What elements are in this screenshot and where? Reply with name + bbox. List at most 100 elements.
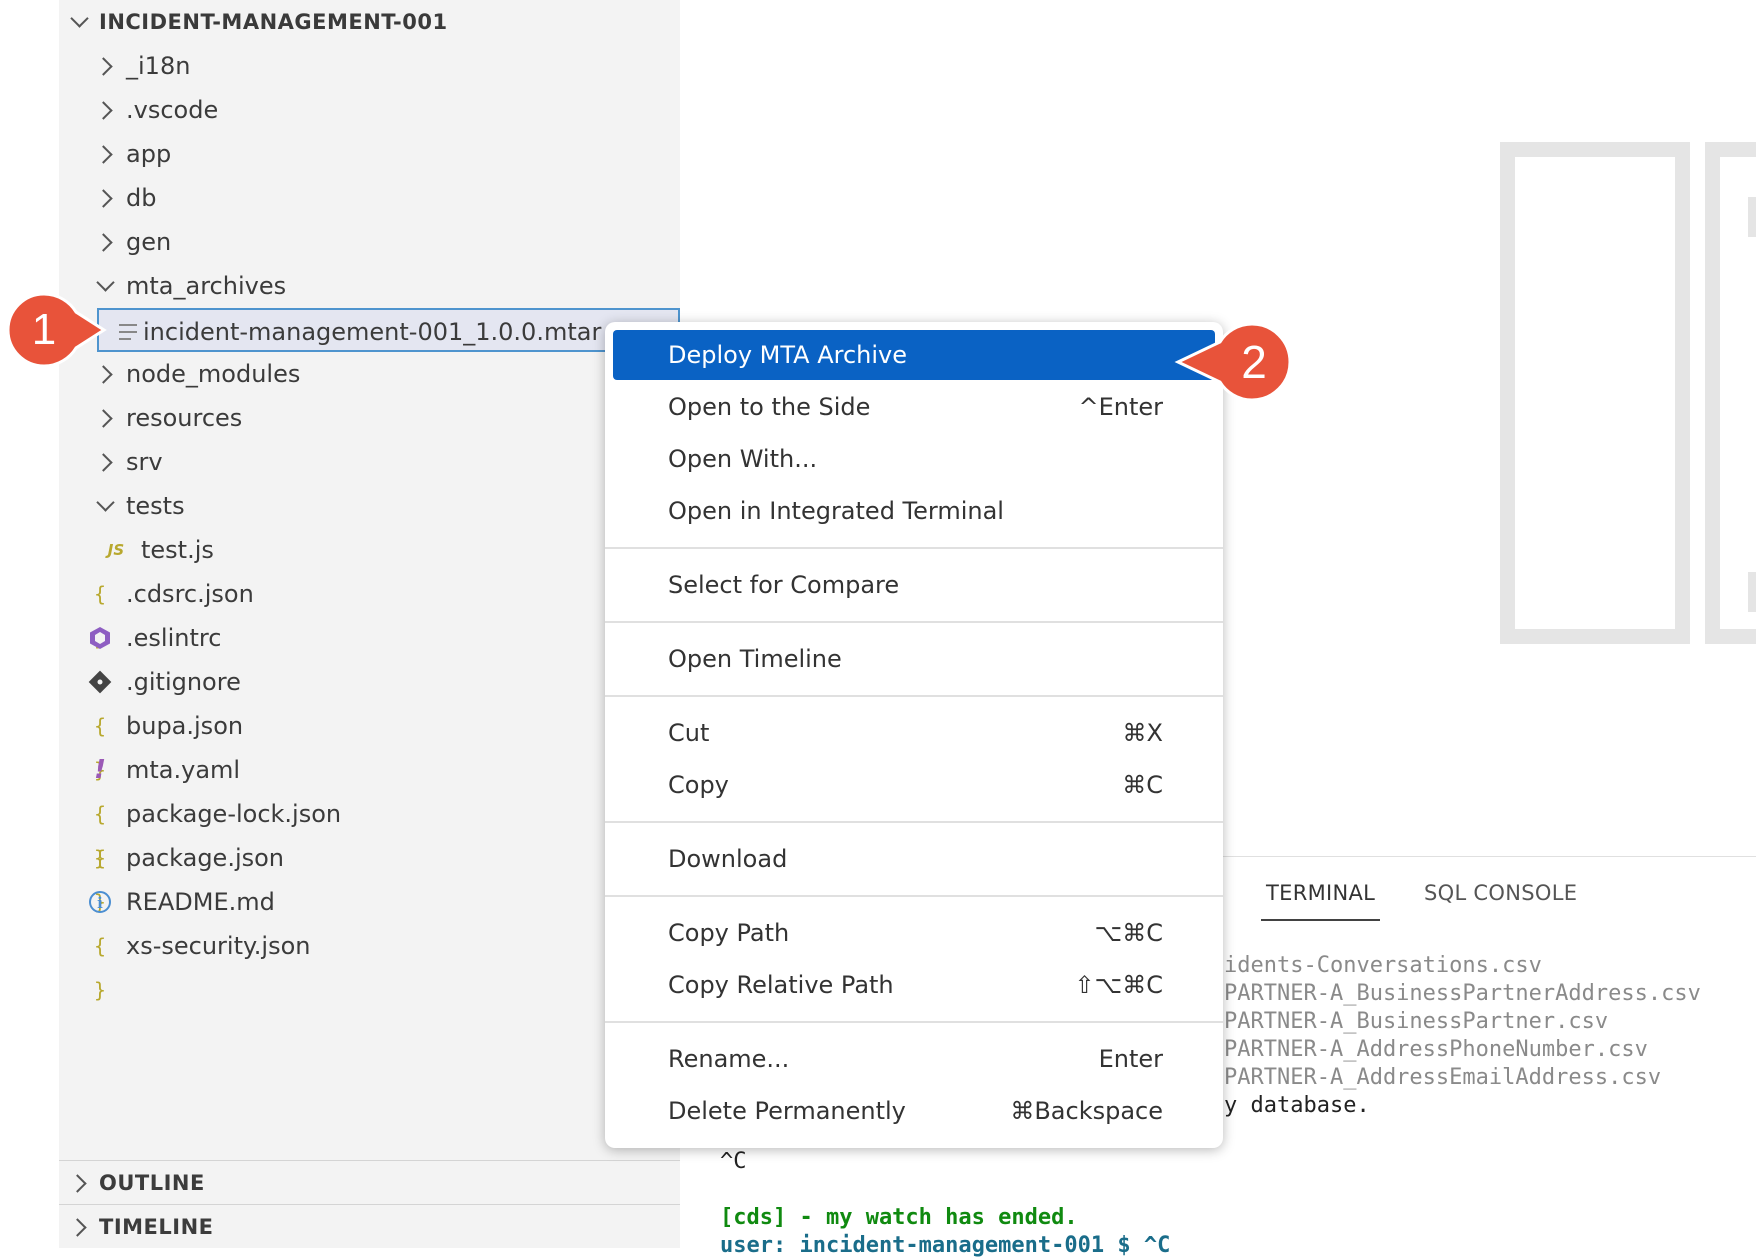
tab-sql-console[interactable]: SQL CONSOLE (1424, 881, 1577, 905)
menu-item-shortcut: ⌘X (1122, 719, 1163, 747)
tree-item-label: .eslintrc (126, 624, 222, 652)
tree-file[interactable]: ! mta.yaml (59, 748, 680, 792)
tree-file[interactable]: { } bupa.json (59, 704, 680, 782)
tree-folder[interactable]: db (59, 176, 680, 220)
menu-item-label: Copy Path (668, 919, 790, 947)
tree-file[interactable]: { }.cdsrc.json (59, 572, 680, 650)
tree-item-label: _i18n (126, 52, 191, 80)
tree-folder[interactable]: mta_archives (59, 264, 680, 308)
tree-folder[interactable]: app (59, 132, 680, 176)
tab-terminal[interactable]: TERMINAL (1260, 881, 1381, 921)
tree-folder[interactable]: _i18n (59, 44, 680, 88)
menu-item-label: Delete Permanently (668, 1097, 906, 1125)
tree-file[interactable]: { } package-lock.json (59, 792, 680, 870)
callout-2: 2 (1174, 322, 1292, 402)
menu-item-open-timeline[interactable]: Open Timeline (613, 634, 1215, 684)
tree-item-label: .cdsrc.json (126, 580, 254, 608)
tree-file[interactable]: incident-management-001_1.0.0.mtar (97, 308, 680, 352)
menu-item-shortcut: ⌘Backspace (1010, 1097, 1163, 1125)
section-outline[interactable]: OUTLINE (59, 1160, 680, 1205)
info-icon-glyph: i (97, 894, 103, 912)
menu-item-label: Deploy MTA Archive (668, 341, 908, 369)
menu-item-label: Open in Integrated Terminal (668, 497, 1004, 525)
tree-item-label: tests (126, 492, 185, 520)
tree-folder[interactable]: srv (59, 440, 680, 484)
tree-file[interactable]: .gitignore (59, 660, 680, 704)
json-icon: { } (93, 934, 107, 1002)
menu-item-delete-permanently[interactable]: Delete Permanently ⌘Backspace (613, 1086, 1215, 1136)
menu-item-label: Select for Compare (668, 571, 900, 599)
explorer-root-label: INCIDENT-MANAGEMENT-001 (99, 10, 448, 34)
terminal-line: PARTNER-A_BusinessPartnerAddress.csv (1224, 981, 1701, 1006)
tree-item-label: .gitignore (126, 668, 241, 696)
tree-item-label: .vscode (126, 96, 219, 124)
tree-item-label: mta.yaml (126, 756, 241, 784)
tree-item-label: srv (126, 448, 163, 476)
chevron-right-icon (94, 233, 113, 252)
tree-item-label: gen (126, 228, 172, 256)
tree-folder[interactable]: .vscode (59, 88, 680, 132)
menu-item-label: Cut (668, 719, 710, 747)
tree-item-label: mta_archives (126, 272, 287, 300)
tree-file[interactable]: JS test.js (59, 528, 680, 572)
menu-item-open-with[interactable]: Open With... (613, 434, 1215, 484)
terminal-line: y database. (1224, 1093, 1370, 1118)
yaml-icon: ! (94, 755, 106, 785)
tree-folder[interactable]: tests (59, 484, 680, 528)
tree-item-label: package.json (126, 844, 285, 872)
menu-item-select-for-compare[interactable]: Select for Compare (613, 560, 1215, 610)
callout-2-text: 2 (1241, 336, 1267, 388)
menu-item-copy[interactable]: Copy ⌘C (613, 760, 1215, 810)
tree-folder[interactable]: gen (59, 220, 680, 264)
menu-item-shortcut: ⌘C (1122, 771, 1163, 799)
explorer-root[interactable]: INCIDENT-MANAGEMENT-001 (59, 0, 680, 44)
chevron-right-icon (68, 1174, 87, 1193)
tree-file[interactable]: { } xs-security.json (59, 924, 680, 1002)
tree-item-label: package-lock.json (126, 800, 342, 828)
js-icon: JS (107, 541, 125, 559)
tree-item-label: bupa.json (126, 712, 244, 740)
terminal-line: PARTNER-A_AddressEmailAddress.csv (1224, 1065, 1662, 1090)
section-timeline[interactable]: TIMELINE (59, 1204, 680, 1249)
menu-item-download[interactable]: Download (613, 834, 1215, 884)
chevron-right-icon (94, 189, 113, 208)
tree-item-label: db (126, 184, 157, 212)
terminal-line: idents-Conversations.csv (1224, 953, 1542, 978)
tree-file[interactable]: i README.md (59, 880, 680, 924)
menu-item-cut[interactable]: Cut ⌘X (613, 708, 1215, 758)
terminal-line: PARTNER-A_BusinessPartner.csv (1224, 1009, 1609, 1034)
menu-separator (605, 695, 1223, 697)
chevron-right-icon (94, 409, 113, 428)
tree-item-label: test.js (141, 536, 214, 564)
chevron-right-icon (94, 57, 113, 76)
menu-item-label: Copy Relative Path (668, 971, 894, 999)
chevron-right-icon (94, 145, 113, 164)
callout-2-shape (1174, 322, 1292, 402)
terminal-line: PARTNER-A_AddressPhoneNumber.csv (1224, 1037, 1648, 1062)
tree-item-label: README.md (126, 888, 275, 916)
menu-separator (605, 621, 1223, 623)
menu-item-copy-relative-path[interactable]: Copy Relative Path ⇧⌥⌘C (613, 960, 1215, 1010)
menu-separator (605, 547, 1223, 549)
menu-separator (605, 821, 1223, 823)
tree-folder[interactable]: resources (59, 396, 680, 440)
explorer-sidebar: INCIDENT-MANAGEMENT-001 _i18n .vscode app d… (59, 0, 680, 1248)
callout-1-text: 1 (32, 305, 56, 354)
menu-item-shortcut: ^Enter (1078, 393, 1163, 421)
menu-item-deploy-mta-archive[interactable]: Deploy MTA Archive (613, 330, 1215, 380)
tree-file[interactable]: { } package.json (59, 836, 680, 914)
menu-item-label: Open With... (668, 445, 818, 473)
tree-file[interactable]: .eslintrc (59, 616, 680, 660)
menu-item-rename[interactable]: Rename... Enter (613, 1034, 1215, 1084)
menu-item-copy-path[interactable]: Copy Path ⌥⌘C (613, 908, 1215, 958)
tree-item-label: xs-security.json (126, 932, 311, 960)
tree-item-label: app (126, 140, 172, 168)
menu-item-open-to-the-side[interactable]: Open to the Side ^Enter (613, 382, 1215, 432)
menu-separator (605, 895, 1223, 897)
section-timeline-label: TIMELINE (99, 1215, 214, 1239)
menu-item-label: Open Timeline (668, 645, 842, 673)
chevron-right-icon (68, 1218, 87, 1237)
tree-folder[interactable]: node_modules (59, 352, 680, 396)
menu-item-shortcut: ⌥⌘C (1094, 919, 1163, 947)
menu-item-open-in-integrated-terminal[interactable]: Open in Integrated Terminal (613, 486, 1215, 536)
